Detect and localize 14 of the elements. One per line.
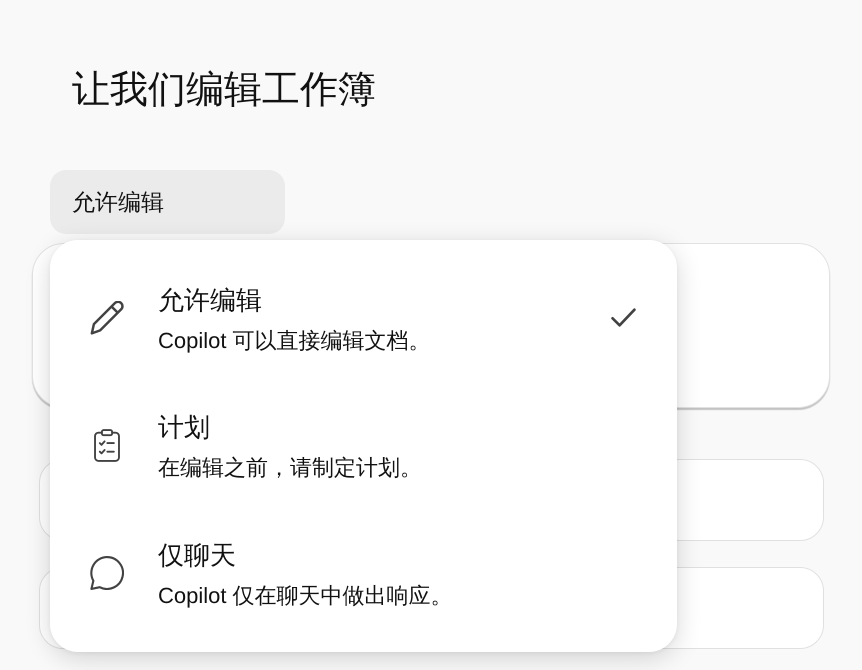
option-title: 允许编辑 bbox=[158, 284, 262, 316]
chat-bubble-icon bbox=[90, 556, 124, 590]
pencil-icon bbox=[90, 300, 124, 335]
menu-item[interactable]: 仅聊天 Copilot 仅在聊天中做出响应。 bbox=[50, 509, 677, 637]
clipboard-checklist-icon bbox=[94, 428, 120, 462]
option-description: Copilot 可以直接编辑文档。 bbox=[158, 326, 431, 355]
option-title: 计划 bbox=[158, 411, 210, 444]
page-title: 让我们编辑工作簿 bbox=[72, 68, 376, 113]
mode-button[interactable]: 允许编辑 bbox=[50, 170, 285, 234]
menu-item[interactable]: 允许编辑 Copilot 可以直接编辑文档。 bbox=[50, 254, 677, 382]
option-title: 仅聊天 bbox=[158, 538, 236, 571]
menu-item[interactable]: 计划 在编辑之前，请制定计划。 bbox=[50, 382, 677, 510]
option-description: Copilot 仅在聊天中做出响应。 bbox=[158, 582, 453, 610]
option-description: 在编辑之前，请制定计划。 bbox=[158, 454, 422, 482]
